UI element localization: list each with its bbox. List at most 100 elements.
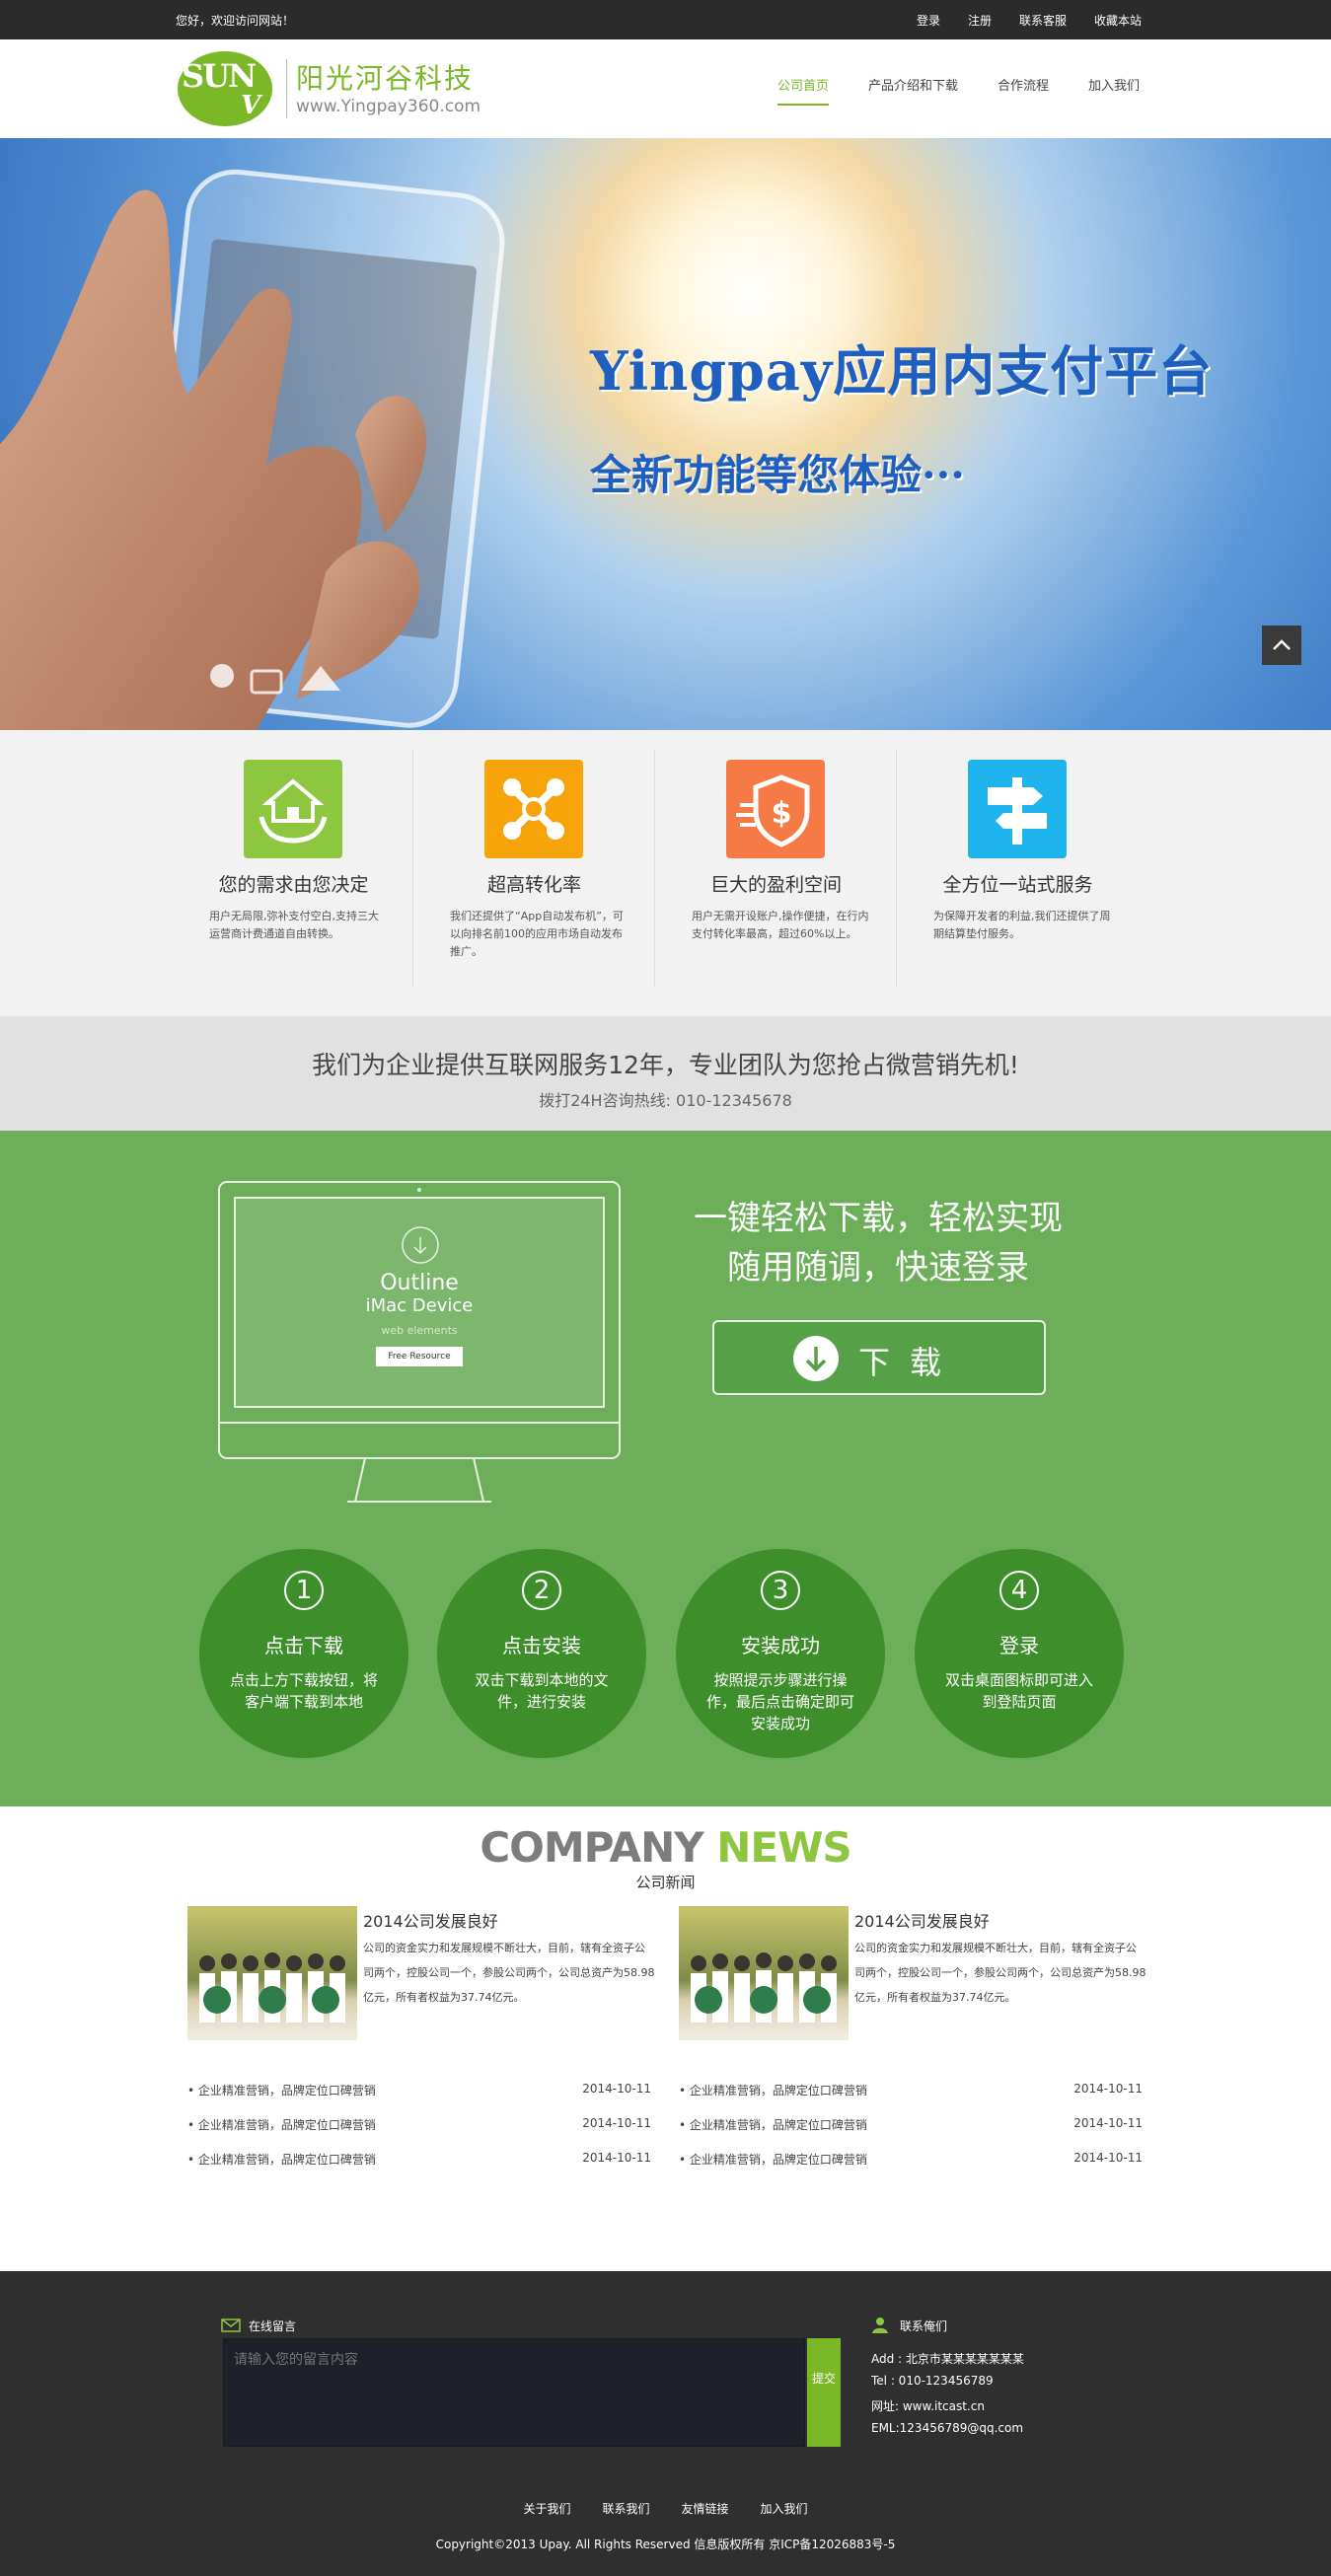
step-number: 2 bbox=[522, 1571, 561, 1610]
shield-dollar-icon: $ bbox=[736, 774, 810, 847]
step-title: 点击下载 bbox=[264, 1634, 343, 1657]
contact-service-link[interactable]: 联系客服 bbox=[1019, 12, 1067, 29]
logo-url: www.Yingpay360.com bbox=[296, 97, 481, 116]
step-title: 登录 bbox=[999, 1634, 1039, 1657]
back-to-top-button[interactable] bbox=[1262, 626, 1301, 665]
feature-icon-bg: $ bbox=[726, 760, 825, 858]
news-card-desc: 公司的资金实力和发展规模不断壮大，目前，辖有全资子公司两个，控股公司一个，参股公… bbox=[854, 1942, 1146, 2004]
footer-link-friends[interactable]: 友情链接 bbox=[682, 2500, 729, 2517]
list-item[interactable]: • 企业精准营销，品牌定位口碑营销 2014-10-11 bbox=[187, 2151, 651, 2185]
download-section: Outline iMac Device web elements Free Re… bbox=[0, 1131, 1331, 1806]
download-button-label: 下载 bbox=[858, 1344, 962, 1381]
logo[interactable]: SUN V 阳光河谷科技 www.Yingpay360.com bbox=[178, 51, 493, 126]
news-link[interactable]: • 企业精准营销，品牌定位口碑营销 bbox=[679, 2116, 867, 2133]
service-strip: 我们为企业提供互联网服务12年，专业团队为您抢占微营销先机! 拨打24H咨询热线… bbox=[0, 1016, 1331, 1131]
contact-tel: Tel : 010-123456789 bbox=[871, 2374, 994, 2388]
feature-icon-bg bbox=[244, 760, 342, 858]
feature-desc: 为保障开发者的利益,我们还提供了周期结算垫付服务。 bbox=[933, 910, 1111, 940]
news-date: 2014-10-11 bbox=[1073, 2082, 1143, 2096]
step-card: 3 安装成功 按照提示步骤进行操作，最后点击确定即可安装成功 bbox=[676, 1549, 885, 1758]
news-thumbnail bbox=[187, 1906, 357, 2040]
news-date: 2014-10-11 bbox=[582, 2082, 651, 2096]
device-screen-text: Outline iMac Device web elements Free Re… bbox=[326, 1271, 513, 1366]
nav-home[interactable]: 公司首页 bbox=[776, 75, 829, 106]
feature-desc: 用户无局限,弥补支付空白,支持三大运营商计费通道自由转换。 bbox=[209, 910, 379, 940]
news-date: 2014-10-11 bbox=[582, 2151, 651, 2165]
hand-phone-illustration bbox=[0, 169, 505, 730]
step-desc: 点击上方下载按钮，将客户端下载到本地 bbox=[229, 1671, 378, 1711]
message-input[interactable] bbox=[223, 2338, 805, 2447]
feature-icon-bg bbox=[968, 760, 1067, 858]
nav-join[interactable]: 加入我们 bbox=[1088, 75, 1140, 106]
step-number: 3 bbox=[761, 1571, 800, 1610]
nav-process[interactable]: 合作流程 bbox=[998, 75, 1049, 106]
news-subheading: 公司新闻 bbox=[635, 1874, 696, 1891]
news-link[interactable]: • 企业精准营销，品牌定位口碑营销 bbox=[187, 2082, 376, 2098]
nav-products[interactable]: 产品介绍和下载 bbox=[868, 75, 958, 106]
contact-label: 联系俺们 bbox=[900, 2319, 948, 2333]
news-card[interactable]: 2014公司发展良好 公司的资金实力和发展规模不断壮大，目前，辖有全资子公司两个… bbox=[679, 1906, 1147, 2044]
strip-hotline: 拨打24H咨询热线: 010-12345678 bbox=[539, 1091, 792, 1110]
mail-icon bbox=[221, 2318, 241, 2332]
news-link[interactable]: • 企业精准营销，品牌定位口碑营销 bbox=[679, 2082, 867, 2098]
login-link[interactable]: 登录 bbox=[917, 12, 940, 29]
svg-text:$: $ bbox=[772, 796, 792, 831]
step-title: 点击安装 bbox=[502, 1634, 581, 1657]
register-link[interactable]: 注册 bbox=[968, 12, 992, 29]
logo-title: 阳光河谷科技 bbox=[296, 62, 475, 95]
device-subtitle: iMac Device bbox=[365, 1295, 474, 1316]
download-line-2: 随用随调，快速登录 bbox=[727, 1248, 1029, 1288]
device-small: web elements bbox=[381, 1324, 458, 1337]
site-footer: 在线留言 提交 联系俺们 Add : 北京市某某某某某某某 Tel : 010-… bbox=[0, 2271, 1331, 2576]
list-item[interactable]: • 企业精准营销，品牌定位口碑营销 2014-10-11 bbox=[187, 2116, 651, 2151]
network-icon bbox=[503, 778, 564, 840]
feature-icon-bg bbox=[484, 760, 583, 858]
news-link[interactable]: • 企业精准营销，品牌定位口碑营销 bbox=[187, 2116, 376, 2133]
news-list: • 企业精准营销，品牌定位口碑营销 2014-10-11 • 企业精准营销，品牌定… bbox=[679, 2082, 1143, 2185]
logo-divider bbox=[286, 59, 287, 118]
submit-button[interactable]: 提交 bbox=[807, 2338, 841, 2447]
news-link[interactable]: • 企业精准营销，品牌定位口碑营销 bbox=[187, 2151, 376, 2168]
footer-link-join[interactable]: 加入我们 bbox=[761, 2500, 808, 2517]
banner-title: Yingpay应用内支付平台 bbox=[590, 339, 1214, 403]
site-header: SUN V 阳光河谷科技 www.Yingpay360.com 公司首页 产品介… bbox=[0, 39, 1331, 138]
list-item[interactable]: • 企业精准营销，品牌定位口碑营销 2014-10-11 bbox=[187, 2082, 651, 2116]
list-item[interactable]: • 企业精准营销，品牌定位口碑营销 2014-10-11 bbox=[679, 2116, 1143, 2151]
step-desc: 双击桌面图标即可进入到登陆页面 bbox=[944, 1671, 1093, 1711]
contact-email[interactable]: EML:123456789@qq.com bbox=[871, 2421, 1023, 2435]
news-card-desc: 公司的资金实力和发展规模不断壮大，目前，辖有全资子公司两个，控股公司一个，参股公… bbox=[363, 1942, 655, 2004]
footer-link-about[interactable]: 关于我们 bbox=[523, 2500, 570, 2517]
contact-address: Add : 北京市某某某某某某某 bbox=[871, 2352, 1024, 2366]
list-item[interactable]: • 企业精准营销，品牌定位口碑营销 2014-10-11 bbox=[679, 2151, 1143, 2185]
feature-divider bbox=[412, 750, 413, 987]
contact-website[interactable]: 网址: www.itcast.cn bbox=[871, 2397, 985, 2414]
news-date: 2014-10-11 bbox=[1073, 2151, 1143, 2165]
news-link[interactable]: • 企业精准营销，品牌定位口碑营销 bbox=[679, 2151, 867, 2168]
feature-card: 全方位一站式服务 为保障开发者的利益,我们还提供了周期结算垫付服务。 bbox=[912, 760, 1152, 996]
footer-link-contact[interactable]: 联系我们 bbox=[602, 2500, 649, 2517]
feature-title: 全方位一站式服务 bbox=[942, 874, 1093, 896]
free-resource-button[interactable]: Free Resource bbox=[376, 1347, 463, 1366]
banner-subtitle: 全新功能等您体验··· bbox=[590, 451, 965, 499]
news-heading: COMPANY NEWS 公司新闻 bbox=[0, 1823, 1331, 1892]
download-button[interactable]: 下载 bbox=[712, 1320, 1046, 1395]
step-card: 1 点击下载 点击上方下载按钮，将客户端下载到本地 bbox=[199, 1549, 408, 1758]
news-card-title: 2014公司发展良好 bbox=[363, 1912, 498, 1931]
news-card-title: 2014公司发展良好 bbox=[854, 1912, 990, 1931]
feature-divider bbox=[654, 750, 655, 987]
bookmark-link[interactable]: 收藏本站 bbox=[1094, 12, 1142, 29]
download-line-1: 一键轻松下载，轻松实现 bbox=[694, 1199, 1063, 1238]
chevron-up-icon bbox=[1273, 639, 1291, 650]
news-card[interactable]: 2014公司发展良好 公司的资金实力和发展规模不断壮大，目前，辖有全资子公司两个… bbox=[187, 1906, 656, 2044]
feature-title: 超高转化率 bbox=[486, 874, 581, 896]
top-bar: 您好，欢迎访问网站！ 登录 注册 联系客服 收藏本站 bbox=[0, 0, 1331, 39]
user-icon bbox=[872, 2318, 888, 2333]
feature-title: 您的需求由您决定 bbox=[218, 874, 369, 896]
step-desc: 双击下载到本地的文件，进行安装 bbox=[475, 1671, 609, 1711]
message-label: 在线留言 bbox=[249, 2319, 297, 2333]
feature-title: 巨大的盈利空间 bbox=[709, 874, 842, 896]
list-item[interactable]: • 企业精准营销，品牌定位口碑营销 2014-10-11 bbox=[679, 2082, 1143, 2116]
download-copy: 一键轻松下载，轻松实现 随用随调，快速登录 bbox=[681, 1194, 1075, 1292]
main-nav: 公司首页 产品介绍和下载 合作流程 加入我们 bbox=[776, 75, 1140, 106]
logo-mark-text: SUN bbox=[182, 57, 257, 95]
